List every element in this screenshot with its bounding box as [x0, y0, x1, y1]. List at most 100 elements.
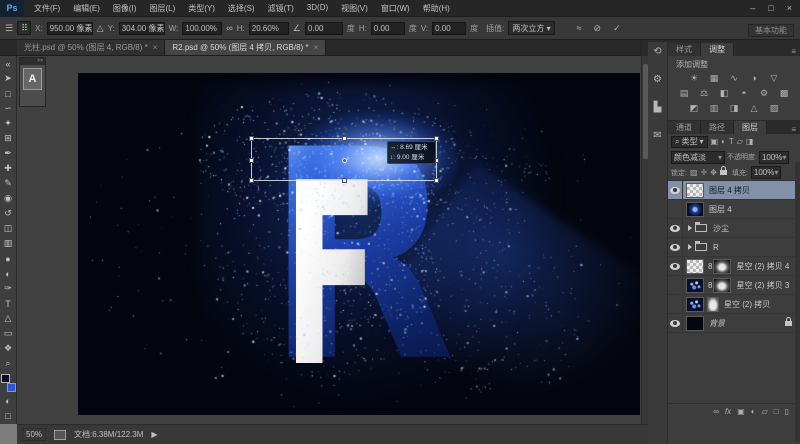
layer-group-row[interactable]: 沙尘	[668, 218, 800, 238]
tab-adjustments[interactable]: 调整	[701, 43, 734, 56]
lock-position-icon[interactable]: ✥	[710, 168, 717, 177]
character-panel-icon[interactable]: A	[23, 68, 42, 90]
layer-row[interactable]: 8 星空 (2) 拷贝 3	[668, 275, 800, 295]
foreground-color-swatch[interactable]	[0, 374, 10, 383]
tab-channels[interactable]: 通道	[668, 121, 701, 134]
posterize-icon[interactable]: ▥	[708, 103, 720, 114]
filter-type-select[interactable]: ⌕ 类型 ▾	[671, 135, 708, 148]
mask-link-icon[interactable]: 8	[708, 281, 712, 290]
toolbar-collapse-icon[interactable]: «	[0, 56, 17, 71]
visibility-toggle[interactable]	[668, 180, 683, 200]
menu-select[interactable]: 选择(S)	[228, 3, 255, 14]
tool-preset-icon[interactable]: ☰	[5, 23, 13, 34]
tab-layers[interactable]: 图层	[734, 121, 767, 134]
visibility-toggle[interactable]	[668, 275, 683, 295]
invert-icon[interactable]: ◩	[688, 103, 700, 114]
layer-thumbnail[interactable]	[686, 277, 704, 293]
menu-3d[interactable]: 3D(D)	[307, 3, 328, 14]
transform-handle[interactable]	[342, 178, 347, 183]
brightness-contrast-icon[interactable]: ☀	[688, 73, 700, 84]
brush-tool[interactable]: ✎	[0, 176, 17, 191]
skew-h-input[interactable]: 0.00	[370, 21, 405, 35]
filter-pixel-layers-icon[interactable]: ▣	[711, 137, 719, 146]
canvas-scrollbar[interactable]	[641, 56, 648, 424]
marquee-tool[interactable]: □	[0, 86, 17, 101]
layer-row[interactable]: 背景	[668, 313, 800, 333]
histogram-panel-icon[interactable]: ▙	[654, 102, 662, 113]
layer-thumbnail[interactable]	[686, 296, 704, 312]
menu-edit[interactable]: 编辑(E)	[73, 3, 100, 14]
layer-thumbnail[interactable]	[686, 182, 704, 198]
visibility-toggle[interactable]	[668, 313, 683, 333]
reference-point-locator[interactable]: ⠿	[17, 21, 32, 35]
black-white-icon[interactable]: ◧	[718, 88, 730, 99]
transform-handle[interactable]	[434, 178, 439, 183]
visibility-toggle[interactable]	[668, 256, 683, 276]
selective-color-icon[interactable]: △	[748, 103, 760, 114]
transform-handle[interactable]	[342, 136, 347, 141]
maximize-button[interactable]: □	[768, 3, 773, 13]
quick-mask-button[interactable]: ◐	[0, 393, 17, 408]
eyedropper-tool[interactable]: ✒	[0, 146, 17, 161]
photo-filter-icon[interactable]: ◓	[738, 88, 750, 99]
transform-handle[interactable]	[249, 178, 254, 183]
workspace-switcher[interactable]: 基本功能	[748, 24, 794, 37]
visibility-toggle[interactable]	[668, 294, 683, 314]
hue-saturation-icon[interactable]: ▤	[678, 88, 690, 99]
color-swatches[interactable]	[0, 373, 17, 393]
filter-smart-objects-icon[interactable]: ◨	[746, 137, 754, 146]
curves-icon[interactable]: ∿	[728, 73, 740, 84]
relative-position-icon[interactable]: △	[97, 23, 104, 34]
menu-image[interactable]: 图像(I)	[113, 3, 137, 14]
maintain-aspect-icon[interactable]: ∞	[226, 23, 232, 33]
gradient-tool[interactable]: ▥	[0, 236, 17, 251]
layer-row[interactable]: 图层 4 拷贝	[668, 180, 800, 200]
transform-handle[interactable]	[249, 136, 254, 141]
layer-group-row[interactable]: R	[668, 237, 800, 257]
exposure-icon[interactable]: ◑	[748, 73, 760, 84]
shape-tool[interactable]: ▭	[0, 326, 17, 341]
lock-pixels-icon[interactable]: ✛	[701, 168, 708, 177]
threshold-icon[interactable]: ◨	[728, 103, 740, 114]
color-balance-icon[interactable]: ⚖	[698, 88, 710, 99]
crop-tool[interactable]: ⊞	[0, 131, 17, 146]
layer-row[interactable]: 8 星空 (2) 拷贝 4	[668, 256, 800, 276]
blend-mode-select[interactable]: 颜色减淡 ▾	[671, 150, 725, 164]
lock-all-icon[interactable]	[719, 166, 727, 175]
notes-panel-icon[interactable]: ✉	[653, 130, 661, 141]
layer-mask-thumbnail[interactable]	[713, 277, 732, 293]
lasso-tool[interactable]: ∽	[0, 101, 17, 116]
levels-icon[interactable]: ▦	[708, 73, 720, 84]
menu-filter[interactable]: 滤镜(T)	[268, 3, 294, 14]
minimize-button[interactable]: –	[750, 3, 755, 13]
visibility-toggle[interactable]	[668, 237, 683, 257]
filter-adjustment-layers-icon[interactable]: ◐	[721, 137, 726, 146]
visibility-toggle[interactable]	[668, 199, 683, 219]
layer-thumbnail[interactable]	[686, 258, 704, 274]
menu-window[interactable]: 窗口(W)	[381, 3, 410, 14]
layer-style-icon[interactable]: fx	[725, 407, 731, 416]
layer-thumbnail[interactable]	[686, 201, 704, 217]
tab-paths[interactable]: 路径	[701, 121, 734, 134]
visibility-toggle[interactable]	[668, 218, 683, 238]
y-input[interactable]: 304.00 像素	[118, 21, 165, 35]
layer-thumbnail[interactable]	[686, 315, 704, 331]
zoom-tool[interactable]: ⌕	[0, 356, 17, 371]
document-tab[interactable]: 光柱.psd @ 50% (图层 4, RGB/8) * ×	[17, 40, 166, 55]
angle-input[interactable]: 0.00	[304, 21, 343, 35]
opacity-input[interactable]: 100% ▾	[758, 150, 790, 164]
vibrance-icon[interactable]: ▽	[768, 73, 780, 84]
menu-layer[interactable]: 图层(L)	[149, 3, 175, 14]
floating-panel[interactable]: ×× A	[19, 57, 46, 107]
eraser-tool[interactable]: ◫	[0, 221, 17, 236]
background-color-swatch[interactable]	[6, 383, 16, 392]
group-expand-icon[interactable]	[688, 244, 692, 250]
warp-mode-toggle[interactable]: ≈	[577, 23, 582, 33]
document-tab-active[interactable]: R2.psd @ 50% (图层 4 拷贝, RGB/8) * ×	[165, 40, 327, 55]
healing-brush-tool[interactable]: ✚	[0, 161, 17, 176]
skew-v-input[interactable]: 0.00	[432, 21, 467, 35]
panel-menu-icon[interactable]: ≡	[787, 125, 800, 134]
x-input[interactable]: 950.00 像素	[46, 21, 93, 35]
close-button[interactable]: ×	[787, 3, 792, 13]
lock-transparent-icon[interactable]: ▨	[690, 168, 698, 177]
